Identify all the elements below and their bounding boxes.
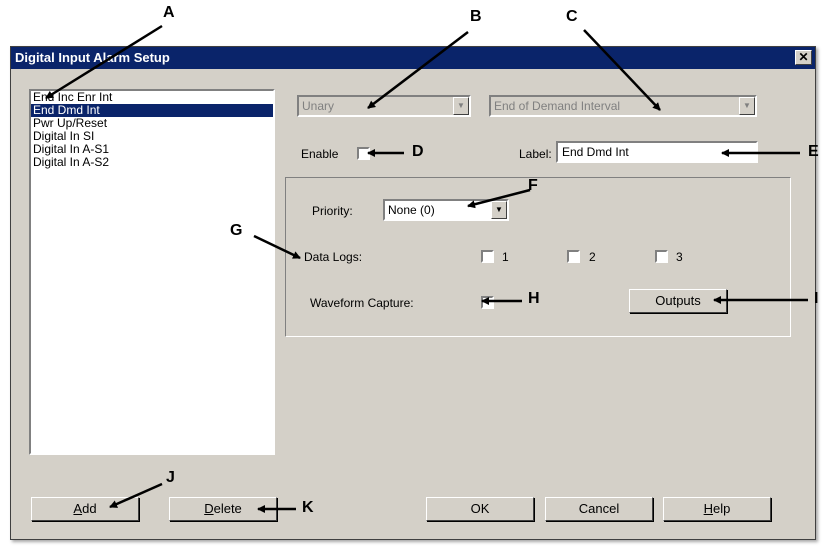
chevron-down-icon[interactable]: ▼ bbox=[491, 201, 507, 219]
enable-label: Enable bbox=[301, 147, 339, 161]
event-combo-value: End of Demand Interval bbox=[494, 99, 621, 113]
ok-button[interactable]: OK bbox=[426, 497, 534, 521]
enable-checkbox[interactable] bbox=[357, 147, 370, 160]
close-button[interactable]: ✕ bbox=[795, 50, 812, 65]
data-logs-label: Data Logs: bbox=[304, 250, 363, 264]
type-combo-value: Unary bbox=[302, 99, 335, 113]
dialog-title: Digital Input Alarm Setup bbox=[15, 50, 170, 65]
data-log-2-label: 2 bbox=[589, 250, 596, 264]
type-combo[interactable]: Unary ▼ bbox=[297, 95, 471, 117]
chevron-down-icon[interactable]: ▼ bbox=[739, 97, 755, 115]
waveform-label: Waveform Capture: bbox=[310, 296, 414, 310]
callout-b: B bbox=[470, 8, 482, 25]
help-button-label: Help bbox=[703, 501, 731, 516]
priority-combo-value: None (0) bbox=[388, 203, 435, 217]
alarm-setup-dialog: Digital Input Alarm Setup ✕ End Inc Enr … bbox=[10, 46, 816, 540]
list-item[interactable]: Digital In A-S2 bbox=[31, 156, 273, 169]
label-field-value: End Dmd Int bbox=[562, 145, 629, 159]
data-log-3-label: 3 bbox=[676, 250, 683, 264]
callout-k: K bbox=[302, 499, 314, 516]
data-log-1-label: 1 bbox=[502, 250, 509, 264]
ok-button-label: OK bbox=[470, 501, 490, 516]
callout-g: G bbox=[230, 222, 243, 239]
callout-a: A bbox=[163, 4, 175, 21]
help-button[interactable]: Help bbox=[663, 497, 771, 521]
callout-d: D bbox=[412, 143, 424, 160]
label-caption: Label: bbox=[519, 147, 552, 161]
event-combo[interactable]: End of Demand Interval ▼ bbox=[489, 95, 757, 117]
callout-c: C bbox=[566, 8, 578, 25]
outputs-button[interactable]: Outputs bbox=[629, 289, 727, 313]
delete-button-label: Delete bbox=[204, 501, 242, 516]
add-button-label: Add bbox=[73, 501, 97, 516]
delete-button[interactable]: Delete bbox=[169, 497, 277, 521]
cancel-button-label: Cancel bbox=[578, 501, 620, 516]
alarm-list[interactable]: End Inc Enr Int End Dmd Int Pwr Up/Reset Di… bbox=[29, 89, 275, 455]
data-log-2-checkbox[interactable] bbox=[567, 250, 580, 263]
close-icon: ✕ bbox=[798, 50, 809, 64]
outputs-button-label: Outputs bbox=[655, 293, 701, 308]
callout-j: J bbox=[166, 469, 175, 486]
chevron-down-icon[interactable]: ▼ bbox=[453, 97, 469, 115]
callout-h: H bbox=[528, 290, 540, 307]
data-log-3-checkbox[interactable] bbox=[655, 250, 668, 263]
priority-combo[interactable]: None (0) ▼ bbox=[383, 199, 509, 221]
callout-i: I bbox=[814, 290, 819, 307]
data-log-1-checkbox[interactable] bbox=[481, 250, 494, 263]
callout-e: E bbox=[808, 143, 819, 160]
waveform-capture-checkbox[interactable] bbox=[481, 296, 494, 309]
callout-f: F bbox=[528, 177, 538, 194]
cancel-button[interactable]: Cancel bbox=[545, 497, 653, 521]
title-bar: Digital Input Alarm Setup ✕ bbox=[11, 47, 815, 69]
priority-label: Priority: bbox=[312, 204, 353, 218]
label-field[interactable]: End Dmd Int bbox=[556, 141, 758, 163]
add-button[interactable]: Add bbox=[31, 497, 139, 521]
